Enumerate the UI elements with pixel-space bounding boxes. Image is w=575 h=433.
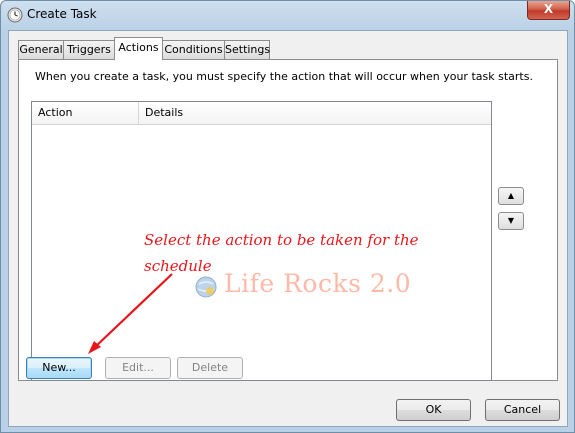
task-scheduler-icon (7, 7, 23, 23)
annotation-line-1: Select the action to be taken for the (144, 231, 419, 249)
delete-action-button[interactable]: Delete (177, 357, 243, 379)
column-header-action[interactable]: Action (32, 102, 138, 124)
create-task-window: Create Task X General Triggers Actions C… (0, 0, 575, 433)
move-down-button[interactable]: ▼ (498, 212, 524, 230)
annotation-line-2: schedule (144, 257, 212, 275)
tab-triggers[interactable]: Triggers (63, 40, 115, 59)
annotation-callout: Select the action to be taken for the sc… (144, 227, 419, 279)
tab-general[interactable]: General (18, 40, 64, 59)
up-arrow-icon: ▲ (507, 191, 515, 200)
tab-conditions[interactable]: Conditions (162, 40, 225, 59)
move-up-button[interactable]: ▲ (498, 187, 524, 205)
tab-actions[interactable]: Actions (114, 37, 163, 60)
down-arrow-icon: ▼ (507, 216, 515, 225)
cancel-button[interactable]: Cancel (485, 399, 560, 421)
title-bar[interactable]: Create Task X (1, 1, 574, 29)
tab-settings[interactable]: Settings (224, 40, 270, 59)
ok-button[interactable]: OK (396, 399, 471, 421)
close-button[interactable]: X (527, 1, 570, 20)
new-action-button[interactable]: New... (26, 357, 92, 379)
edit-action-button[interactable]: Edit... (105, 357, 171, 379)
column-header-details[interactable]: Details (139, 102, 491, 124)
actions-tab-panel: When you create a task, you must specify… (18, 59, 558, 381)
close-icon: X (543, 2, 554, 16)
list-header: Action Details (32, 102, 491, 125)
actions-description: When you create a task, you must specify… (35, 70, 533, 83)
window-title: Create Task (27, 7, 97, 21)
